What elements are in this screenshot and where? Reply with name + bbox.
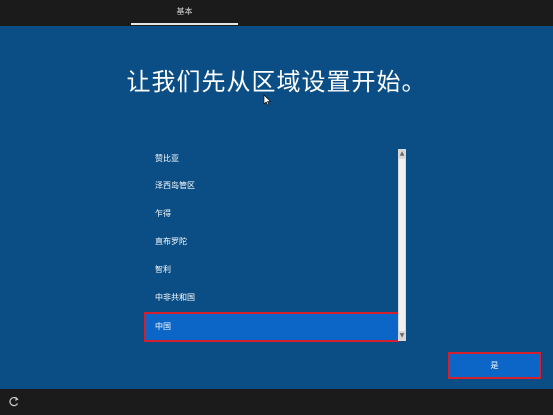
scroll-up-icon[interactable]: ▲ (399, 151, 405, 157)
list-item[interactable]: 赞比亚 (145, 145, 398, 173)
scroll-thumb[interactable] (399, 159, 405, 331)
scroll-down-icon[interactable]: ▼ (399, 333, 405, 339)
ease-of-access-icon[interactable] (8, 396, 20, 408)
list-item-selected[interactable]: 中国 (144, 312, 399, 342)
tab-basics-underline (131, 23, 238, 25)
list-item[interactable]: 直布罗陀 (145, 228, 398, 256)
yes-button[interactable]: 是 (448, 352, 541, 379)
mouse-cursor-icon (263, 94, 272, 106)
page-title: 让我们先从区域设置开始。 (126, 68, 427, 96)
list-item[interactable]: 中非共和国 (145, 284, 398, 312)
region-list[interactable]: 赞比亚 泽西岛管区 乍得 直布罗陀 智利 中非共和国 中国 (144, 149, 399, 342)
list-item[interactable]: 智利 (145, 256, 398, 284)
top-bar: 基本 (0, 0, 553, 26)
bottom-bar (0, 389, 553, 415)
list-item[interactable]: 乍得 (145, 200, 398, 228)
list-scrollbar[interactable]: ▲ ▼ (398, 149, 406, 341)
list-item[interactable]: 泽西岛管区 (145, 172, 398, 200)
